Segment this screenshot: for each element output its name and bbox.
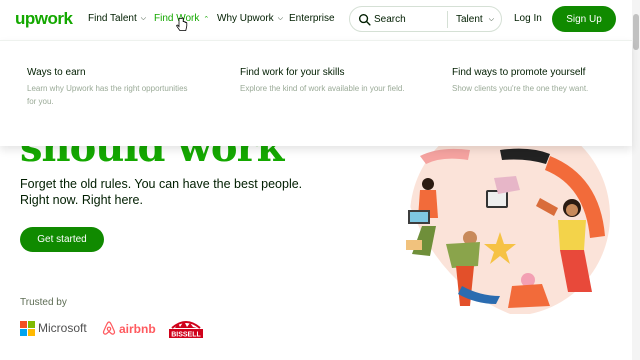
- dropdown-item-title: Find ways to promote yourself: [452, 67, 586, 78]
- airbnb-wordmark: airbnb: [119, 321, 156, 336]
- nav-why-upwork-label: Why Upwork: [217, 13, 274, 24]
- microsoft-squares-icon: [20, 321, 35, 336]
- chevron-down-icon: ⌵: [277, 14, 283, 22]
- search-bar[interactable]: Search Talent ⌵: [349, 6, 502, 32]
- nav-enterprise[interactable]: Enterprise: [289, 13, 335, 24]
- bissell-logo-icon: BISSELL: [169, 321, 203, 338]
- nav-find-talent[interactable]: Find Talent ⌵: [88, 13, 146, 24]
- search-divider: [447, 11, 448, 28]
- dropdown-item-promote-yourself[interactable]: Find ways to promote yourself Show clien…: [452, 67, 622, 96]
- dropdown-item-desc: Explore the kind of work available in yo…: [240, 84, 405, 93]
- dropdown-item-title: Find work for your skills: [240, 67, 345, 78]
- nav-enterprise-label: Enterprise: [289, 13, 335, 24]
- top-navigation-bar: upwork Find Talent ⌵ Find Work ⌃ Why Upw…: [0, 0, 640, 40]
- person-face: [566, 204, 578, 216]
- nav-find-talent-label: Find Talent: [88, 13, 137, 24]
- person-body: [446, 242, 480, 268]
- upwork-logo[interactable]: upwork: [15, 9, 73, 29]
- trusted-by-label: Trusted by: [20, 297, 67, 308]
- bissell-wordmark: BISSELL: [171, 331, 201, 338]
- search-category-label: Talent: [456, 14, 483, 25]
- search-input[interactable]: Search: [374, 14, 406, 25]
- page-scrollbar[interactable]: [632, 0, 640, 360]
- person-head: [422, 178, 434, 190]
- document-icon: [406, 240, 422, 250]
- login-link[interactable]: Log In: [514, 13, 542, 24]
- get-started-button[interactable]: Get started: [20, 227, 104, 252]
- scrollbar-thumb[interactable]: [633, 14, 639, 50]
- find-work-dropdown: Ways to earn Learn why Upwork has the ri…: [0, 40, 632, 146]
- microsoft-logo: Microsoft: [20, 321, 87, 336]
- chevron-down-icon: ⌵: [488, 15, 494, 23]
- hero-illustration: [406, 146, 610, 314]
- dropdown-item-title: Ways to earn: [27, 67, 86, 78]
- laptop-screen: [410, 212, 428, 222]
- bissell-logo: BISSELL: [168, 318, 204, 345]
- microsoft-wordmark: Microsoft: [38, 321, 87, 335]
- dropdown-item-find-work-skills[interactable]: Find work for your skills Explore the ki…: [240, 67, 410, 96]
- search-category-select[interactable]: Talent ⌵: [456, 14, 494, 25]
- airbnb-belo-icon: [102, 321, 116, 335]
- hero-subtitle: Forget the old rules. You can have the b…: [20, 177, 303, 207]
- chevron-up-icon: ⌃: [203, 15, 210, 23]
- chevron-down-icon: ⌵: [140, 14, 147, 22]
- search-icon: [358, 13, 371, 26]
- hand-pointer-icon: [176, 17, 188, 31]
- dropdown-item-ways-to-earn[interactable]: Ways to earn Learn why Upwork has the ri…: [27, 67, 197, 108]
- dropdown-item-desc: Learn why Upwork has the right opportuni…: [27, 84, 188, 106]
- dropdown-item-desc: Show clients you're the one they want.: [452, 84, 589, 93]
- nav-why-upwork[interactable]: Why Upwork ⌵: [217, 13, 283, 24]
- person-body: [558, 220, 586, 250]
- tablet-screen: [488, 192, 506, 206]
- airbnb-logo: airbnb: [102, 321, 156, 336]
- signup-button[interactable]: Sign Up: [552, 6, 616, 32]
